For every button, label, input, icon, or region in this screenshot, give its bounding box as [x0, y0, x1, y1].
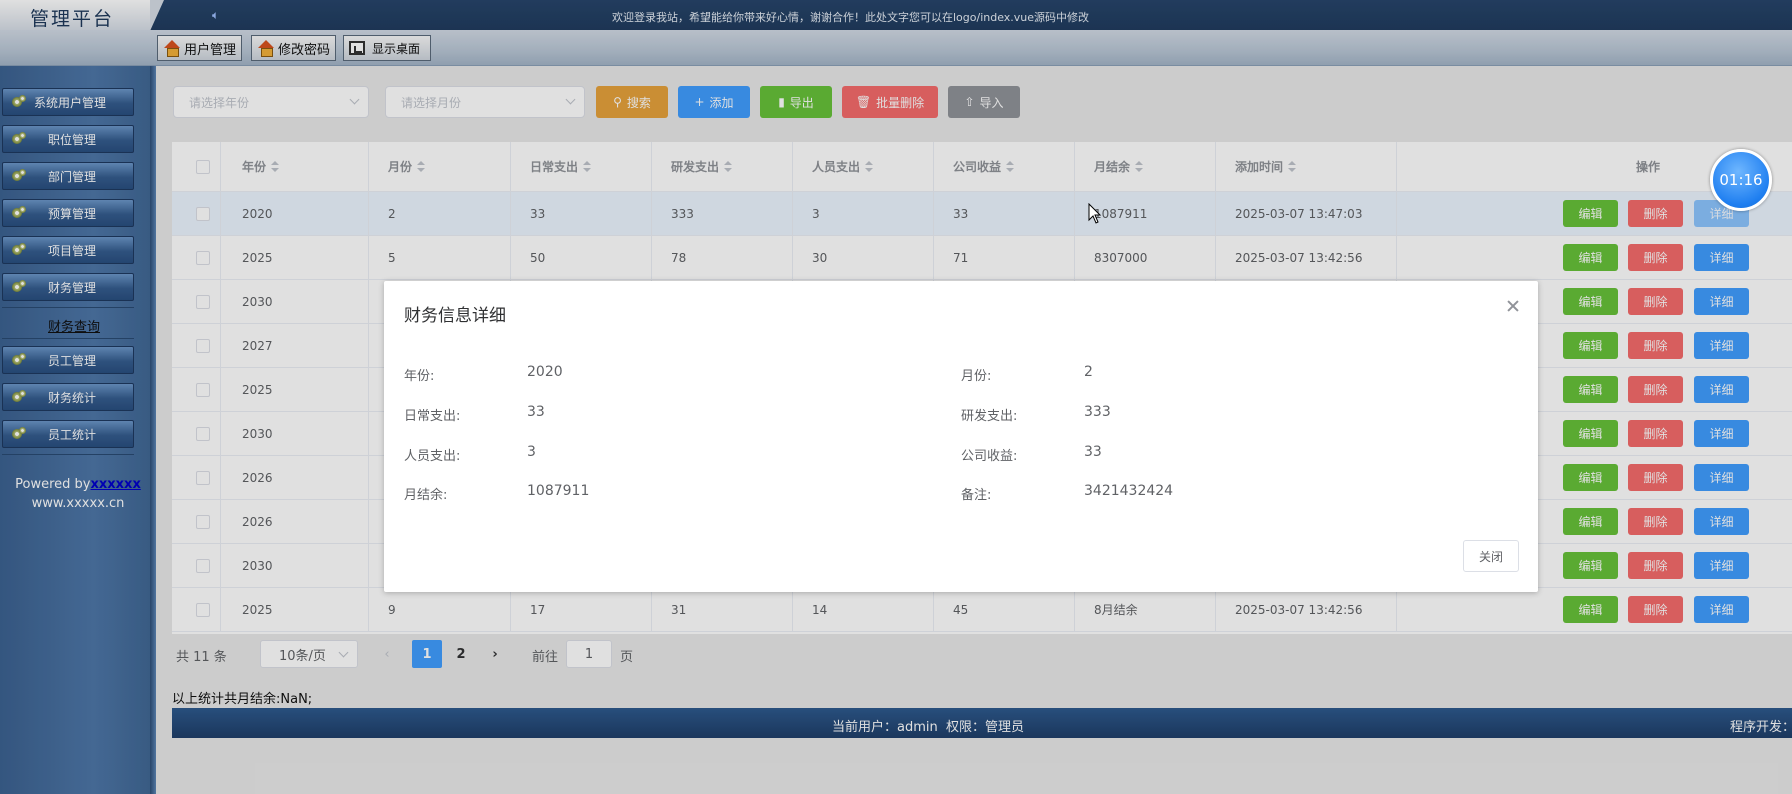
- field-value-monthly-balance: 1087911: [527, 483, 590, 499]
- field-value-daily-expense: 33: [527, 404, 545, 420]
- field-label-company-income: 公司收益:: [961, 449, 1018, 464]
- field-label-month: 月份:: [961, 369, 992, 384]
- field-label-monthly-balance: 月结余:: [404, 488, 448, 503]
- finance-detail-dialog: 财务信息详细 年份: 2020 月份: 2 日常支出: 33 研发支出: 333…: [384, 281, 1538, 592]
- field-label-daily-expense: 日常支出:: [404, 409, 461, 424]
- field-value-remark: 3421432424: [1084, 483, 1174, 499]
- field-value-staff-expense: 3: [527, 444, 536, 460]
- field-value-year: 2020: [527, 364, 563, 380]
- field-label-staff-expense: 人员支出:: [404, 449, 461, 464]
- timer-badge[interactable]: 01:16: [1710, 149, 1772, 211]
- field-value-month: 2: [1084, 364, 1093, 380]
- dialog-close-button[interactable]: 关闭: [1463, 540, 1519, 572]
- close-icon[interactable]: [1506, 299, 1520, 313]
- dialog-title: 财务信息详细: [404, 306, 506, 326]
- field-value-company-income: 33: [1084, 444, 1102, 460]
- field-value-rd-expense: 333: [1084, 404, 1111, 420]
- field-label-year: 年份:: [404, 369, 435, 384]
- field-label-remark: 备注:: [961, 488, 992, 503]
- field-label-rd-expense: 研发支出:: [961, 409, 1018, 424]
